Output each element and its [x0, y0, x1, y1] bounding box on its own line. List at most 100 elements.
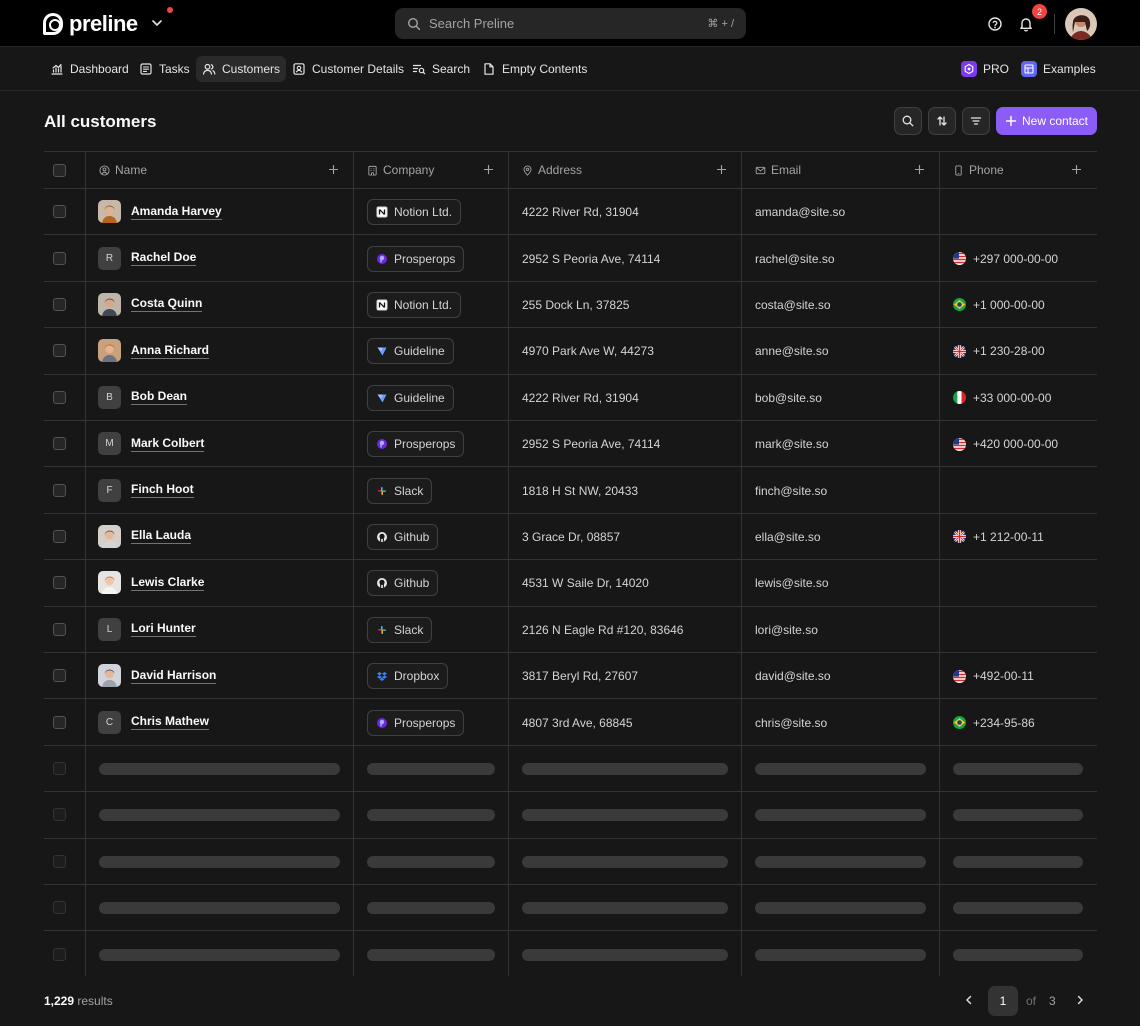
column-header-email[interactable]: Email	[755, 152, 801, 188]
address-cell: 3 Grace Dr, 08857	[522, 529, 621, 544]
row-checkbox[interactable]	[53, 251, 66, 265]
chevron-right-icon[interactable]	[1074, 994, 1086, 1006]
customer-name-link[interactable]: Mark Colbert	[131, 436, 205, 452]
company-badge[interactable]: Dropbox	[367, 663, 449, 690]
column-header-name[interactable]: Name	[99, 152, 147, 188]
customer-name-link[interactable]: Amanda Harvey	[131, 204, 222, 220]
customer-name-link[interactable]: David Harrison	[131, 668, 217, 684]
company-badge[interactable]: Prosperops	[367, 709, 465, 736]
customer-name-link[interactable]: Ella Lauda	[131, 528, 192, 545]
nav-dashboard[interactable]: Dashboard	[44, 56, 135, 82]
flag-gb-graphic	[953, 344, 966, 358]
filter-icon	[970, 117, 982, 125]
column-header-company[interactable]: Company	[367, 152, 434, 188]
address-cell: 2952 S Peoria Ave, 74114	[522, 437, 661, 452]
column-label: Phone	[969, 163, 1004, 177]
company-badge[interactable]: Notion Ltd.	[367, 291, 462, 318]
nav-empty-contents[interactable]: Empty Contents	[476, 56, 593, 82]
company-badge[interactable]: Github	[367, 570, 439, 597]
sort-button[interactable]	[928, 107, 956, 135]
brand-logo[interactable]: preline	[43, 11, 138, 37]
column-header-phone[interactable]: Phone	[953, 152, 1004, 188]
chevron-down-icon[interactable]	[150, 16, 164, 30]
add-column-icon[interactable]	[914, 164, 925, 175]
customer-name-link[interactable]: Chris Mathew	[131, 714, 210, 731]
nav-tasks[interactable]: Tasks	[133, 56, 196, 82]
nav-label: Customer Details	[312, 62, 405, 76]
skeleton-row	[44, 792, 1097, 839]
avatar	[98, 664, 121, 688]
phone-number: +1 230-28-00	[973, 344, 1045, 359]
guideline-logo-icon	[377, 347, 387, 356]
add-column-icon[interactable]	[1071, 164, 1082, 175]
row-checkbox[interactable]	[53, 808, 66, 822]
help-icon[interactable]	[987, 16, 1003, 32]
pro-link[interactable]: PRO	[955, 56, 1015, 82]
row-checkbox[interactable]	[53, 437, 66, 451]
examples-label: Examples	[1043, 62, 1096, 76]
add-column-icon[interactable]	[716, 164, 727, 175]
nav-label: Tasks	[159, 62, 190, 76]
loading-placeholder	[755, 902, 926, 915]
customer-name-cell: B Bob Dean	[98, 385, 188, 409]
row-checkbox[interactable]	[53, 390, 66, 404]
nav-search[interactable]: Search	[406, 56, 476, 82]
loading-placeholder	[367, 948, 495, 961]
customer-name-cell: Lewis Clarke	[98, 571, 205, 595]
top-bar: preline Search Preline ⌘ + / 2	[0, 0, 1140, 47]
select-all-checkbox[interactable]	[53, 164, 66, 177]
row-checkbox[interactable]	[53, 205, 66, 219]
customer-name-link[interactable]: Bob Dean	[131, 389, 188, 406]
user-avatar[interactable]	[1065, 8, 1097, 40]
avatar-initial: B	[98, 385, 121, 409]
company-badge[interactable]: Prosperops	[367, 431, 465, 458]
row-checkbox[interactable]	[53, 947, 66, 961]
customer-name-link[interactable]: Finch Hoot	[131, 482, 194, 499]
github-logo-icon	[377, 578, 387, 589]
company-badge[interactable]: Guideline	[367, 384, 454, 411]
customer-name-link[interactable]: Lori Hunter	[131, 621, 196, 638]
row-checkbox[interactable]	[53, 529, 66, 543]
company-badge[interactable]: Notion Ltd.	[367, 199, 462, 226]
company-badge[interactable]: Github	[367, 523, 439, 550]
customer-name-link[interactable]: Lewis Clarke	[131, 575, 205, 591]
bell-icon[interactable]	[1018, 16, 1034, 32]
filter-button[interactable]	[962, 107, 990, 135]
row-checkbox[interactable]	[53, 761, 66, 775]
skeleton-row	[44, 885, 1097, 932]
contact-card-icon	[293, 63, 305, 75]
column-header-address[interactable]: Address	[522, 152, 582, 188]
company-badge[interactable]: Guideline	[367, 338, 454, 365]
examples-link[interactable]: Examples	[1015, 56, 1102, 82]
company-name: Dropbox	[394, 669, 440, 684]
row-checkbox[interactable]	[53, 297, 66, 311]
row-checkbox[interactable]	[53, 483, 66, 497]
table-search-button[interactable]	[894, 107, 922, 135]
customer-name-link[interactable]: Rachel Doe	[131, 250, 197, 267]
pagination-current-page[interactable]: 1	[988, 986, 1018, 1016]
chevron-left-icon[interactable]	[963, 994, 975, 1006]
company-badge[interactable]: Slack	[367, 477, 433, 504]
phone-icon	[955, 164, 962, 176]
new-contact-button[interactable]: New contact	[996, 107, 1097, 135]
row-checkbox[interactable]	[53, 854, 66, 868]
nav-customers[interactable]: Customers	[196, 56, 287, 82]
column-label: Name	[115, 163, 148, 177]
company-badge[interactable]: Prosperops	[367, 245, 465, 272]
row-checkbox[interactable]	[53, 901, 66, 915]
customer-name-link[interactable]: Costa Quinn	[131, 296, 203, 313]
nav-label: Search	[432, 62, 471, 76]
row-checkbox[interactable]	[53, 344, 66, 358]
row-checkbox[interactable]	[53, 669, 66, 683]
row-checkbox[interactable]	[53, 576, 66, 590]
row-checkbox[interactable]	[53, 622, 66, 636]
row-checkbox[interactable]	[53, 715, 66, 729]
company-badge[interactable]: Slack	[367, 616, 433, 643]
prosperops-logo-icon	[377, 439, 387, 450]
nav-customer-details[interactable]: Customer Details	[286, 56, 410, 82]
nav-label: Customers	[222, 62, 281, 76]
search-input[interactable]: Search Preline ⌘ + /	[395, 8, 746, 39]
add-column-icon[interactable]	[483, 164, 494, 175]
customer-name-link[interactable]: Anna Richard	[131, 343, 210, 359]
add-column-icon[interactable]	[328, 164, 339, 175]
